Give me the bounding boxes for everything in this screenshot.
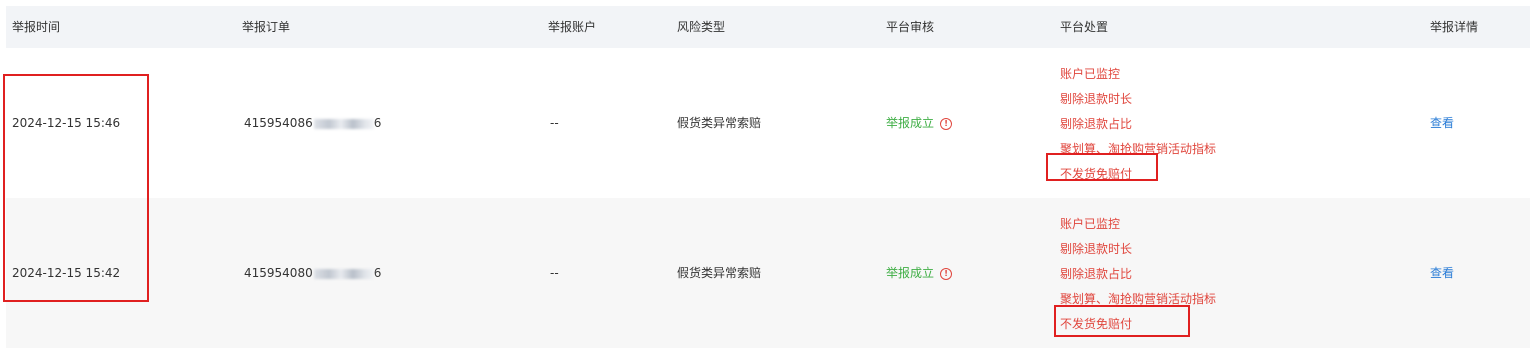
view-detail-link[interactable]: 查看 bbox=[1430, 198, 1454, 348]
order-number-redacted bbox=[313, 118, 374, 129]
order-number-visible: 415954080 bbox=[244, 266, 313, 280]
action-item: 剔除退款占比 bbox=[1060, 267, 1133, 281]
order-number-redacted bbox=[313, 268, 374, 279]
info-circle-icon[interactable]: ! bbox=[940, 267, 953, 280]
review-status-label: 举报成立 bbox=[886, 116, 935, 130]
header-platform-review: 平台审核 bbox=[886, 20, 935, 34]
header-platform-action: 平台处置 bbox=[1060, 20, 1109, 34]
header-report-time: 举报时间 bbox=[12, 20, 61, 34]
report-time: 2024-12-15 15:46 bbox=[12, 116, 121, 130]
review-status: 举报成立! bbox=[886, 198, 953, 348]
risk-type: 假货类异常索赔 bbox=[677, 266, 762, 280]
report-time: 2024-12-15 15:42 bbox=[12, 266, 121, 280]
report-order: 415954086 6 bbox=[244, 48, 381, 198]
platform-action-list: 账户已监控 剔除退款时长 剔除退款占比 聚划算、淘抢购营销活动指标 不发货免赔付 bbox=[1060, 212, 1216, 337]
action-item: 不发货免赔付 bbox=[1060, 167, 1133, 181]
report-table: 举报时间 举报订单 举报账户 风险类型 平台审核 平台处置 举报详情 2024-… bbox=[6, 6, 1530, 348]
order-number-visible: 415954086 bbox=[244, 116, 313, 130]
action-item: 不发货免赔付 bbox=[1060, 317, 1133, 331]
header-report-order: 举报订单 bbox=[242, 20, 291, 34]
action-item: 账户已监控 bbox=[1060, 217, 1121, 231]
table-row: 2024-12-15 15:46 415954086 6 -- 假货类异常索赔 举… bbox=[6, 48, 1530, 198]
action-item: 聚划算、淘抢购营销活动指标 bbox=[1060, 142, 1217, 156]
header-risk-type: 风险类型 bbox=[677, 20, 726, 34]
table-header: 举报时间 举报订单 举报账户 风险类型 平台审核 平台处置 举报详情 bbox=[6, 6, 1530, 48]
info-circle-icon[interactable]: ! bbox=[940, 117, 953, 130]
report-account: -- bbox=[550, 116, 559, 130]
header-report-account: 举报账户 bbox=[548, 20, 597, 34]
order-number-tail: 6 bbox=[373, 116, 382, 130]
action-item: 剔除退款时长 bbox=[1060, 92, 1133, 106]
action-item: 剔除退款时长 bbox=[1060, 242, 1133, 256]
report-order: 415954080 6 bbox=[244, 198, 381, 348]
platform-action-list: 账户已监控 剔除退款时长 剔除退款占比 聚划算、淘抢购营销活动指标 不发货免赔付 bbox=[1060, 62, 1216, 187]
review-status-label: 举报成立 bbox=[886, 266, 935, 280]
order-number-tail: 6 bbox=[373, 266, 382, 280]
action-item: 账户已监控 bbox=[1060, 67, 1121, 81]
header-report-detail: 举报详情 bbox=[1430, 20, 1479, 34]
risk-type: 假货类异常索赔 bbox=[677, 116, 762, 130]
action-item: 聚划算、淘抢购营销活动指标 bbox=[1060, 292, 1217, 306]
view-detail-link[interactable]: 查看 bbox=[1430, 48, 1454, 198]
review-status: 举报成立! bbox=[886, 48, 953, 198]
table-row: 2024-12-15 15:42 415954080 6 -- 假货类异常索赔 举… bbox=[6, 198, 1530, 348]
action-item: 剔除退款占比 bbox=[1060, 117, 1133, 131]
report-account: -- bbox=[550, 266, 559, 280]
